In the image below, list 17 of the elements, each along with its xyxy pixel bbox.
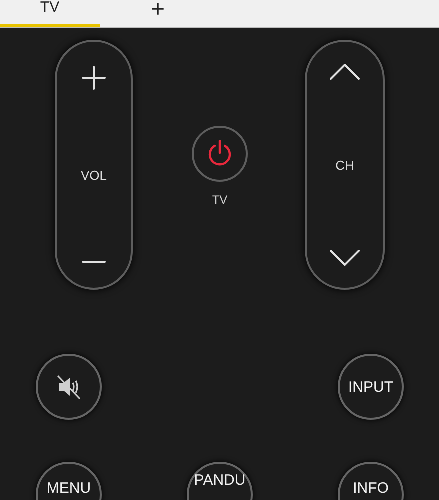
- mute-icon: [56, 374, 82, 400]
- remote-button[interactable]: INPUT: [338, 354, 404, 420]
- remote-button[interactable]: PANDU: [187, 462, 253, 500]
- volume-rocker[interactable]: VOL: [55, 40, 133, 290]
- remote-button[interactable]: INFO: [338, 462, 404, 500]
- channel-rocker[interactable]: CH: [305, 40, 385, 290]
- power-icon: [207, 140, 233, 168]
- chevron-up-icon: [330, 64, 360, 80]
- channel-label: CH: [336, 158, 354, 172]
- chevron-down-icon: [330, 250, 360, 266]
- minus-icon: [82, 260, 106, 264]
- power-label: TV: [212, 193, 228, 207]
- tab[interactable]: TV: [0, 0, 100, 27]
- remote-button[interactable]: MENU: [36, 462, 102, 500]
- tab[interactable]: +: [108, 0, 208, 27]
- volume-label: VOL: [80, 168, 107, 182]
- plus-icon: [82, 66, 106, 90]
